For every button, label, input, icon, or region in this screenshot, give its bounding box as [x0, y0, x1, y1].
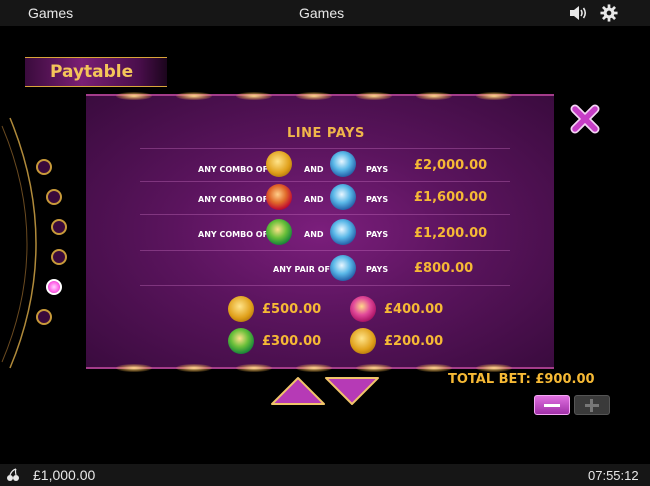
glow-light — [416, 92, 452, 100]
glow-light — [236, 364, 272, 372]
glow-light — [296, 364, 332, 372]
game-title: Games — [299, 5, 345, 21]
page-dot-5[interactable] — [46, 279, 62, 295]
gold-dragon-symbol-icon — [266, 151, 292, 177]
row-joiner: AND — [304, 165, 324, 174]
volume-icon[interactable] — [569, 5, 589, 21]
gear-icon[interactable] — [600, 4, 618, 22]
single-amount: £200.00 — [384, 334, 444, 349]
increase-bet-button[interactable] — [574, 395, 610, 415]
row-amount: £800.00 — [414, 261, 474, 276]
page-arc — [1, 117, 37, 369]
row-prefix: ANY COMBO OF — [198, 195, 269, 204]
balance-value: £1,000.00 — [33, 467, 96, 483]
glow-light — [476, 364, 512, 372]
row-divider — [140, 181, 510, 182]
page-dot-6[interactable] — [36, 309, 52, 325]
glow-light — [476, 92, 512, 100]
glow-light — [236, 92, 272, 100]
page-dot-3[interactable] — [51, 219, 67, 235]
line-pays-title: LINE PAYS — [287, 126, 365, 141]
glow-light — [416, 364, 452, 372]
red-dragon-symbol-icon — [350, 296, 376, 322]
single-amount: £300.00 — [262, 334, 322, 349]
green-dragon-symbol-icon — [228, 328, 254, 354]
glow-light — [356, 364, 392, 372]
page-up-arrow-button[interactable] — [270, 376, 326, 406]
paytable-tab-label: Paytable — [50, 62, 134, 82]
glow-light — [116, 92, 152, 100]
row-divider — [140, 250, 510, 251]
blue-dragon-symbol-icon — [330, 151, 356, 177]
row-prefix: ANY PAIR OF — [273, 265, 330, 274]
glow-light — [116, 364, 152, 372]
cherry-icon — [7, 468, 19, 481]
glow-light — [176, 364, 212, 372]
page-down-arrow-button[interactable] — [324, 376, 380, 406]
blue-dragon-symbol-icon — [330, 219, 356, 245]
decrease-bet-button[interactable] — [534, 395, 570, 415]
bottom-bar: £1,000.00 07:55:12 — [0, 464, 650, 486]
page-dot-1[interactable] — [36, 159, 52, 175]
row-prefix: ANY COMBO OF — [198, 230, 269, 239]
row-joiner: AND — [304, 230, 324, 239]
single-amount: £400.00 — [384, 302, 444, 317]
blue-dragon-symbol-icon — [330, 184, 356, 210]
row-joiner: AND — [304, 195, 324, 204]
total-bet-label: TOTAL BET: £900.00 — [448, 372, 595, 387]
blue-dragon-symbol-icon — [330, 255, 356, 281]
gold-dragon-symbol-icon — [350, 328, 376, 354]
red-dragon-symbol-icon — [266, 184, 292, 210]
row-divider — [140, 214, 510, 215]
page-dot-4[interactable] — [51, 249, 67, 265]
row-divider — [140, 285, 510, 286]
row-suffix: PAYS — [366, 230, 389, 239]
single-amount: £500.00 — [262, 302, 322, 317]
green-dragon-symbol-icon — [266, 219, 292, 245]
row-amount: £2,000.00 — [414, 158, 488, 173]
top-bar: Games Games — [0, 0, 650, 26]
row-amount: £1,600.00 — [414, 190, 488, 205]
close-icon[interactable] — [570, 104, 600, 134]
row-suffix: PAYS — [366, 165, 389, 174]
row-suffix: PAYS — [366, 265, 389, 274]
row-prefix: ANY COMBO OF — [198, 165, 269, 174]
gold-dragon-symbol-icon — [228, 296, 254, 322]
row-divider — [140, 148, 510, 149]
row-amount: £1,200.00 — [414, 226, 488, 241]
glow-light — [296, 92, 332, 100]
glow-light — [356, 92, 392, 100]
paytable-tab: Paytable — [25, 57, 167, 87]
glow-light — [176, 92, 212, 100]
games-menu-link[interactable]: Games — [28, 5, 73, 21]
page-dot-2[interactable] — [46, 189, 62, 205]
row-suffix: PAYS — [366, 195, 389, 204]
clock-time: 07:55:12 — [588, 468, 639, 483]
